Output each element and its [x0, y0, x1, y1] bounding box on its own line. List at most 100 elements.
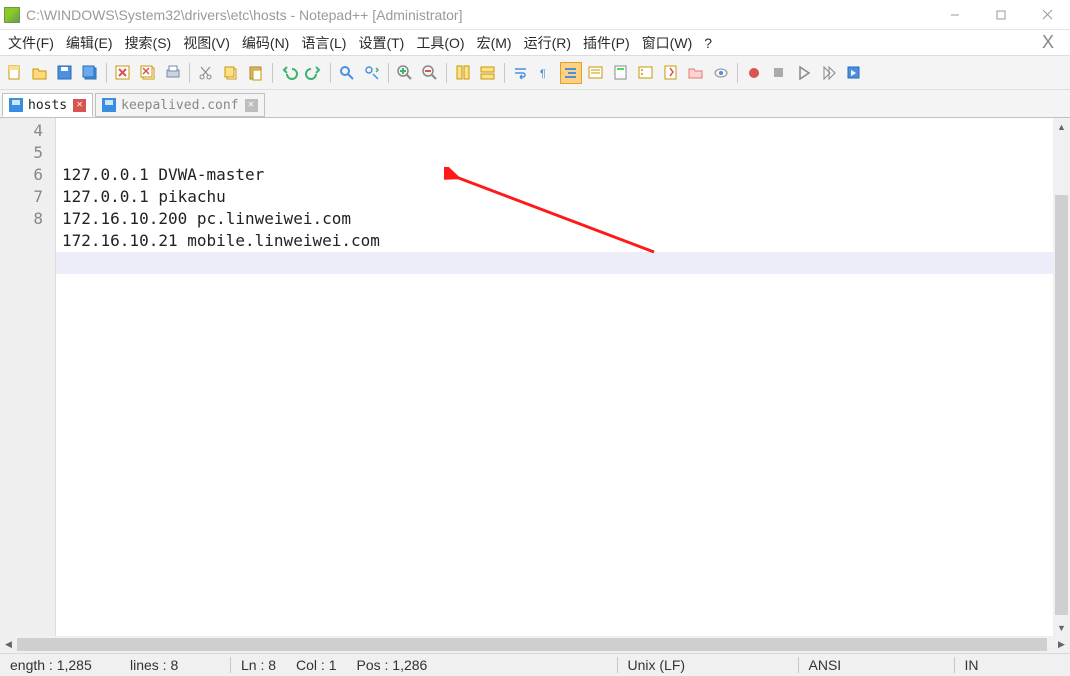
line-number: 7 — [0, 186, 43, 208]
menu-language[interactable]: 语言(L) — [295, 30, 352, 56]
zoom-out-icon[interactable] — [419, 62, 441, 84]
menu-bar: 文件(F) 编辑(E) 搜索(S) 视图(V) 编码(N) 语言(L) 设置(T… — [0, 30, 1070, 56]
menu-macro[interactable]: 宏(M) — [471, 30, 518, 56]
scroll-thumb[interactable] — [1055, 195, 1068, 615]
scroll-right-icon[interactable]: ▶ — [1053, 636, 1070, 653]
disk-icon — [9, 98, 23, 112]
svg-text:¶: ¶ — [540, 68, 546, 80]
save-all-icon[interactable] — [79, 62, 101, 84]
line-number: 6 — [0, 164, 43, 186]
close-icon[interactable] — [112, 62, 134, 84]
record-macro-icon[interactable] — [743, 62, 765, 84]
tab-hosts[interactable]: hosts ✕ — [2, 93, 93, 117]
stop-macro-icon[interactable] — [768, 62, 790, 84]
copy-icon[interactable] — [220, 62, 242, 84]
indent-guide-icon[interactable] — [560, 62, 582, 84]
toolbar-separator — [737, 63, 738, 83]
doc-map-icon[interactable] — [610, 62, 632, 84]
menu-view[interactable]: 视图(V) — [177, 30, 236, 56]
window-title: C:\WINDOWS\System32\drivers\etc\hosts - … — [26, 7, 932, 23]
undo-icon[interactable] — [278, 62, 300, 84]
wrap-icon[interactable] — [510, 62, 532, 84]
menu-search[interactable]: 搜索(S) — [119, 30, 178, 56]
minimize-button[interactable] — [932, 0, 978, 29]
editor-line[interactable]: 127.0.0.1 pikachu — [56, 186, 1053, 208]
toolbar-separator — [388, 63, 389, 83]
notepadpp-icon — [4, 7, 20, 23]
disk-icon — [102, 98, 116, 112]
line-number: 4 — [0, 120, 43, 142]
horizontal-scrollbar[interactable]: ◀ ▶ — [0, 636, 1070, 653]
menu-help[interactable]: ? — [698, 32, 718, 54]
toolbar-separator — [446, 63, 447, 83]
tab-label: keepalived.conf — [121, 98, 238, 113]
toolbar-separator — [504, 63, 505, 83]
find-icon[interactable] — [336, 62, 358, 84]
save-macro-icon[interactable] — [843, 62, 865, 84]
save-icon[interactable] — [54, 62, 76, 84]
close-button[interactable] — [1024, 0, 1070, 29]
menu-settings[interactable]: 设置(T) — [352, 30, 410, 56]
status-encoding: ANSI — [799, 657, 954, 673]
toolbar-separator — [189, 63, 190, 83]
status-ln: Ln : 8 — [231, 657, 286, 673]
scroll-thumb[interactable] — [17, 638, 1047, 651]
toolbar: ¶ — [0, 56, 1070, 90]
status-length: ength : 1,285 — [0, 657, 120, 673]
play-macro-icon[interactable] — [793, 62, 815, 84]
menu-edit[interactable]: 编辑(E) — [60, 30, 119, 56]
paste-icon[interactable] — [245, 62, 267, 84]
all-chars-icon[interactable]: ¶ — [535, 62, 557, 84]
editor-line[interactable] — [56, 252, 1053, 274]
status-bar: ength : 1,285 lines : 8 Ln : 8 Col : 1 P… — [0, 653, 1070, 676]
editor-line[interactable]: 172.16.10.200 pc.linweiwei.com — [56, 208, 1053, 230]
status-lines: lines : 8 — [120, 657, 230, 673]
toolbar-separator — [106, 63, 107, 83]
zoom-in-icon[interactable] — [394, 62, 416, 84]
editor-area: 45678 127.0.0.1 DVWA-master127.0.0.1 pik… — [0, 118, 1070, 636]
menu-window[interactable]: 窗口(W) — [636, 30, 699, 56]
redo-icon[interactable] — [303, 62, 325, 84]
status-pos: Pos : 1,286 — [347, 657, 617, 673]
replace-icon[interactable] — [361, 62, 383, 84]
status-mode: IN — [955, 657, 989, 673]
close-all-icon[interactable] — [137, 62, 159, 84]
menu-plugins[interactable]: 插件(P) — [577, 30, 636, 56]
editor-line[interactable]: 172.16.10.21 mobile.linweiwei.com — [56, 230, 1053, 252]
vertical-scrollbar[interactable]: ▲ ▼ — [1053, 118, 1070, 636]
func-list-icon[interactable] — [635, 62, 657, 84]
status-eol: Unix (LF) — [618, 657, 798, 673]
scroll-track[interactable] — [1053, 135, 1070, 619]
menu-run[interactable]: 运行(R) — [518, 30, 577, 56]
folder-icon[interactable] — [685, 62, 707, 84]
monitor-icon[interactable] — [710, 62, 732, 84]
scroll-left-icon[interactable]: ◀ — [0, 636, 17, 653]
title-bar: C:\WINDOWS\System32\drivers\etc\hosts - … — [0, 0, 1070, 30]
doc-list-icon[interactable] — [660, 62, 682, 84]
maximize-button[interactable] — [978, 0, 1024, 29]
menu-close-x[interactable]: X — [1036, 32, 1060, 53]
menu-file[interactable]: 文件(F) — [2, 30, 60, 56]
status-col: Col : 1 — [286, 657, 346, 673]
tab-close-icon[interactable]: ✕ — [245, 99, 258, 112]
sync-v-icon[interactable] — [452, 62, 474, 84]
cut-icon[interactable] — [195, 62, 217, 84]
new-file-icon[interactable] — [4, 62, 26, 84]
lang-icon[interactable] — [585, 62, 607, 84]
print-icon[interactable] — [162, 62, 184, 84]
menu-tools[interactable]: 工具(O) — [410, 30, 470, 56]
sync-h-icon[interactable] — [477, 62, 499, 84]
open-file-icon[interactable] — [29, 62, 51, 84]
scroll-up-icon[interactable]: ▲ — [1053, 118, 1070, 135]
scroll-track[interactable] — [17, 636, 1053, 653]
scroll-down-icon[interactable]: ▼ — [1053, 619, 1070, 636]
menu-encoding[interactable]: 编码(N) — [236, 30, 295, 56]
play-multi-icon[interactable] — [818, 62, 840, 84]
tab-bar: hosts ✕ keepalived.conf ✕ — [0, 90, 1070, 118]
editor-line[interactable]: 127.0.0.1 DVWA-master — [56, 164, 1053, 186]
line-gutter: 45678 — [0, 118, 56, 636]
window-controls — [932, 0, 1070, 29]
tab-close-icon[interactable]: ✕ — [73, 99, 86, 112]
tab-keepalived[interactable]: keepalived.conf ✕ — [95, 93, 264, 117]
editor-content[interactable]: 127.0.0.1 DVWA-master127.0.0.1 pikachu17… — [56, 118, 1053, 636]
